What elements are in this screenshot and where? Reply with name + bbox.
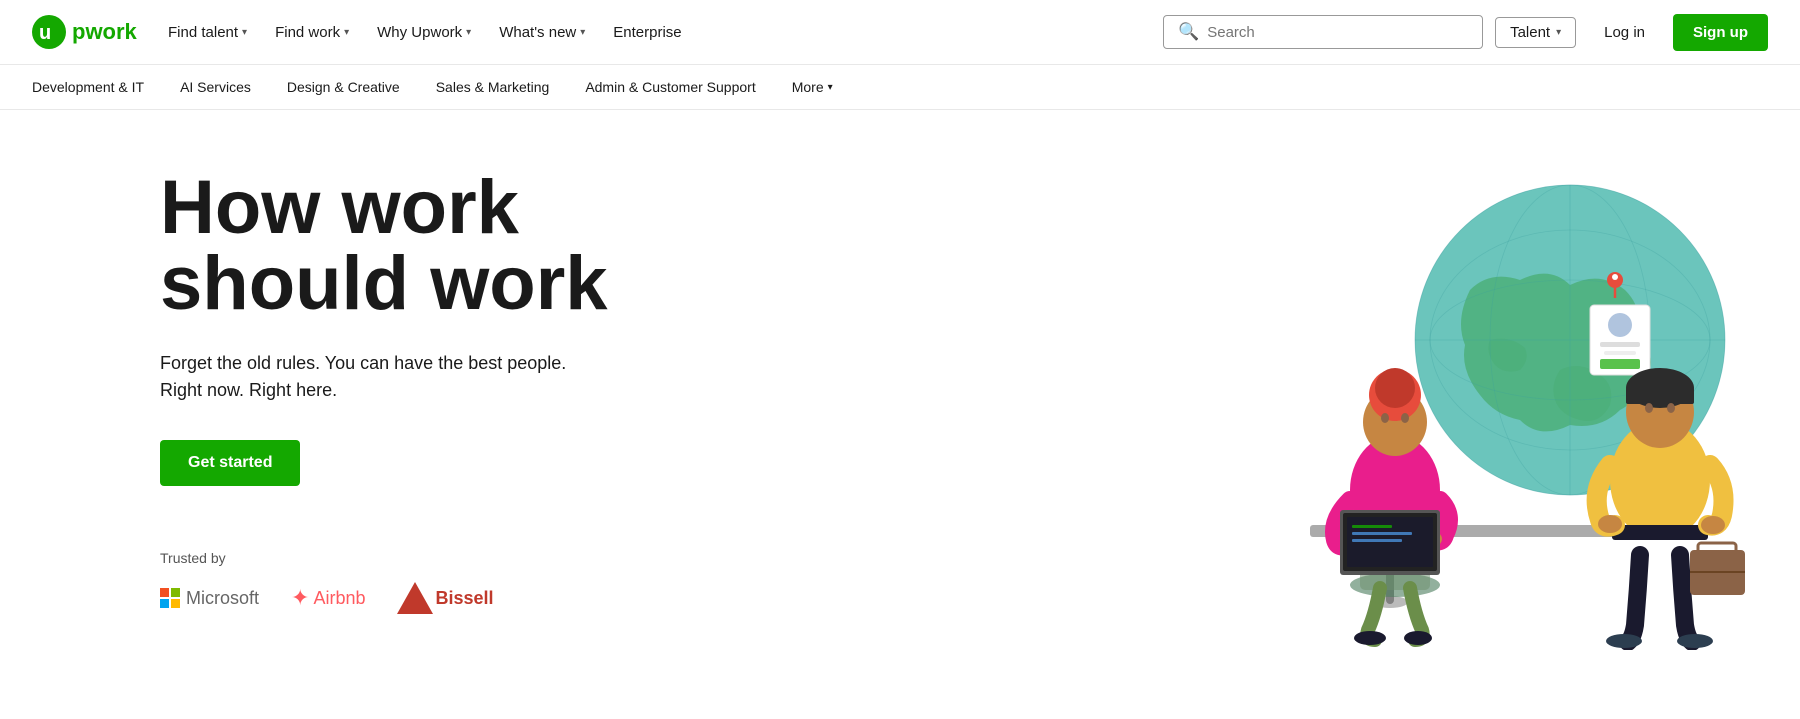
trusted-label: Trusted by [160,550,608,566]
airbnb-text: Airbnb [313,588,365,609]
cat-admin-support[interactable]: Admin & Customer Support [585,79,755,95]
airbnb-icon: ✦ [291,585,309,611]
cat-development-it[interactable]: Development & IT [32,79,144,95]
svg-text:u: u [39,22,51,44]
microsoft-text: Microsoft [186,588,259,609]
search-bar: 🔍 [1163,15,1483,49]
find-work-chevron-icon: ▾ [344,27,349,38]
microsoft-icon [160,588,180,608]
airbnb-logo: ✦ Airbnb [291,585,365,611]
trusted-by-section: Trusted by Microsoft ✦ Airbnb [160,550,608,614]
get-started-button[interactable]: Get started [160,440,300,486]
hero-svg [1260,170,1760,650]
signup-button[interactable]: Sign up [1673,14,1768,51]
whats-new-chevron-icon: ▾ [580,27,585,38]
more-chevron-icon: ▾ [828,82,833,93]
microsoft-logo: Microsoft [160,588,259,609]
hero-illustration [1260,170,1720,650]
brand-logos: Microsoft ✦ Airbnb Bissell [160,582,608,614]
talent-selector[interactable]: Talent ▾ [1495,17,1576,48]
nav-find-talent[interactable]: Find talent ▾ [168,24,247,41]
hero-section: How work should work Forget the old rule… [0,110,1800,690]
nav-find-work[interactable]: Find work ▾ [275,24,349,41]
bissell-logo: Bissell [397,582,493,614]
why-upwork-chevron-icon: ▾ [466,27,471,38]
find-talent-chevron-icon: ▾ [242,27,247,38]
login-button[interactable]: Log in [1588,16,1661,49]
cat-sales-marketing[interactable]: Sales & Marketing [436,79,550,95]
hero-subtitle: Forget the old rules. You can have the b… [160,350,608,404]
hero-content: How work should work Forget the old rule… [160,170,608,614]
cat-more[interactable]: More ▾ [792,79,833,95]
bissell-icon [397,582,433,614]
top-nav: u pwork Find talent ▾ Find work ▾ Why Up… [0,0,1800,65]
category-nav: Development & IT AI Services Design & Cr… [0,65,1800,110]
upwork-logo[interactable]: u pwork [32,15,140,49]
search-icon: 🔍 [1178,22,1199,42]
search-input[interactable] [1207,24,1468,41]
bissell-text: Bissell [435,588,493,609]
cat-ai-services[interactable]: AI Services [180,79,251,95]
cat-design-creative[interactable]: Design & Creative [287,79,400,95]
svg-text:pwork: pwork [72,19,138,44]
hero-title: How work should work [160,170,608,322]
nav-whats-new[interactable]: What's new ▾ [499,24,585,41]
nav-enterprise[interactable]: Enterprise [613,24,681,41]
nav-why-upwork[interactable]: Why Upwork ▾ [377,24,471,41]
talent-chevron-icon: ▾ [1556,27,1561,38]
